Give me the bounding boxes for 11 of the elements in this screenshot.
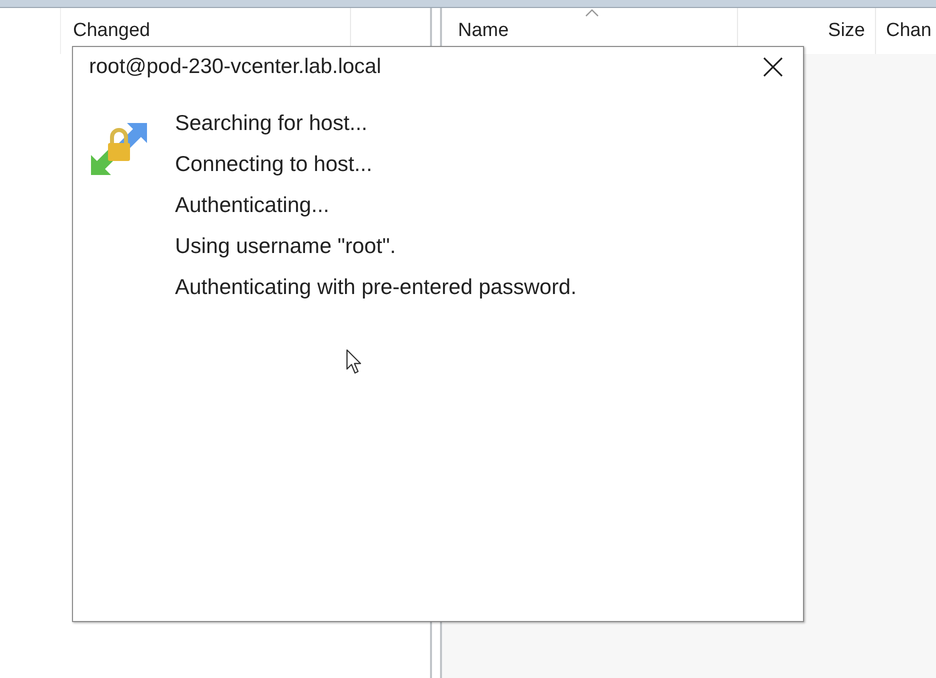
column-header[interactable]: Chan [886,20,932,41]
status-message: Connecting to host... [175,152,374,177]
column-header[interactable]: Size [828,20,865,41]
mouse-cursor-icon [346,349,362,375]
status-message: Searching for host... [175,111,368,136]
column-header[interactable]: Changed [73,20,150,41]
column-header[interactable]: Name [458,20,509,41]
status-message: Authenticating with pre-entered password. [175,275,577,300]
status-message: Using username "root". [175,234,397,259]
status-message: Authenticating... [175,193,330,218]
dialog-title: root@pod-230-vcenter.lab.local [89,55,382,79]
